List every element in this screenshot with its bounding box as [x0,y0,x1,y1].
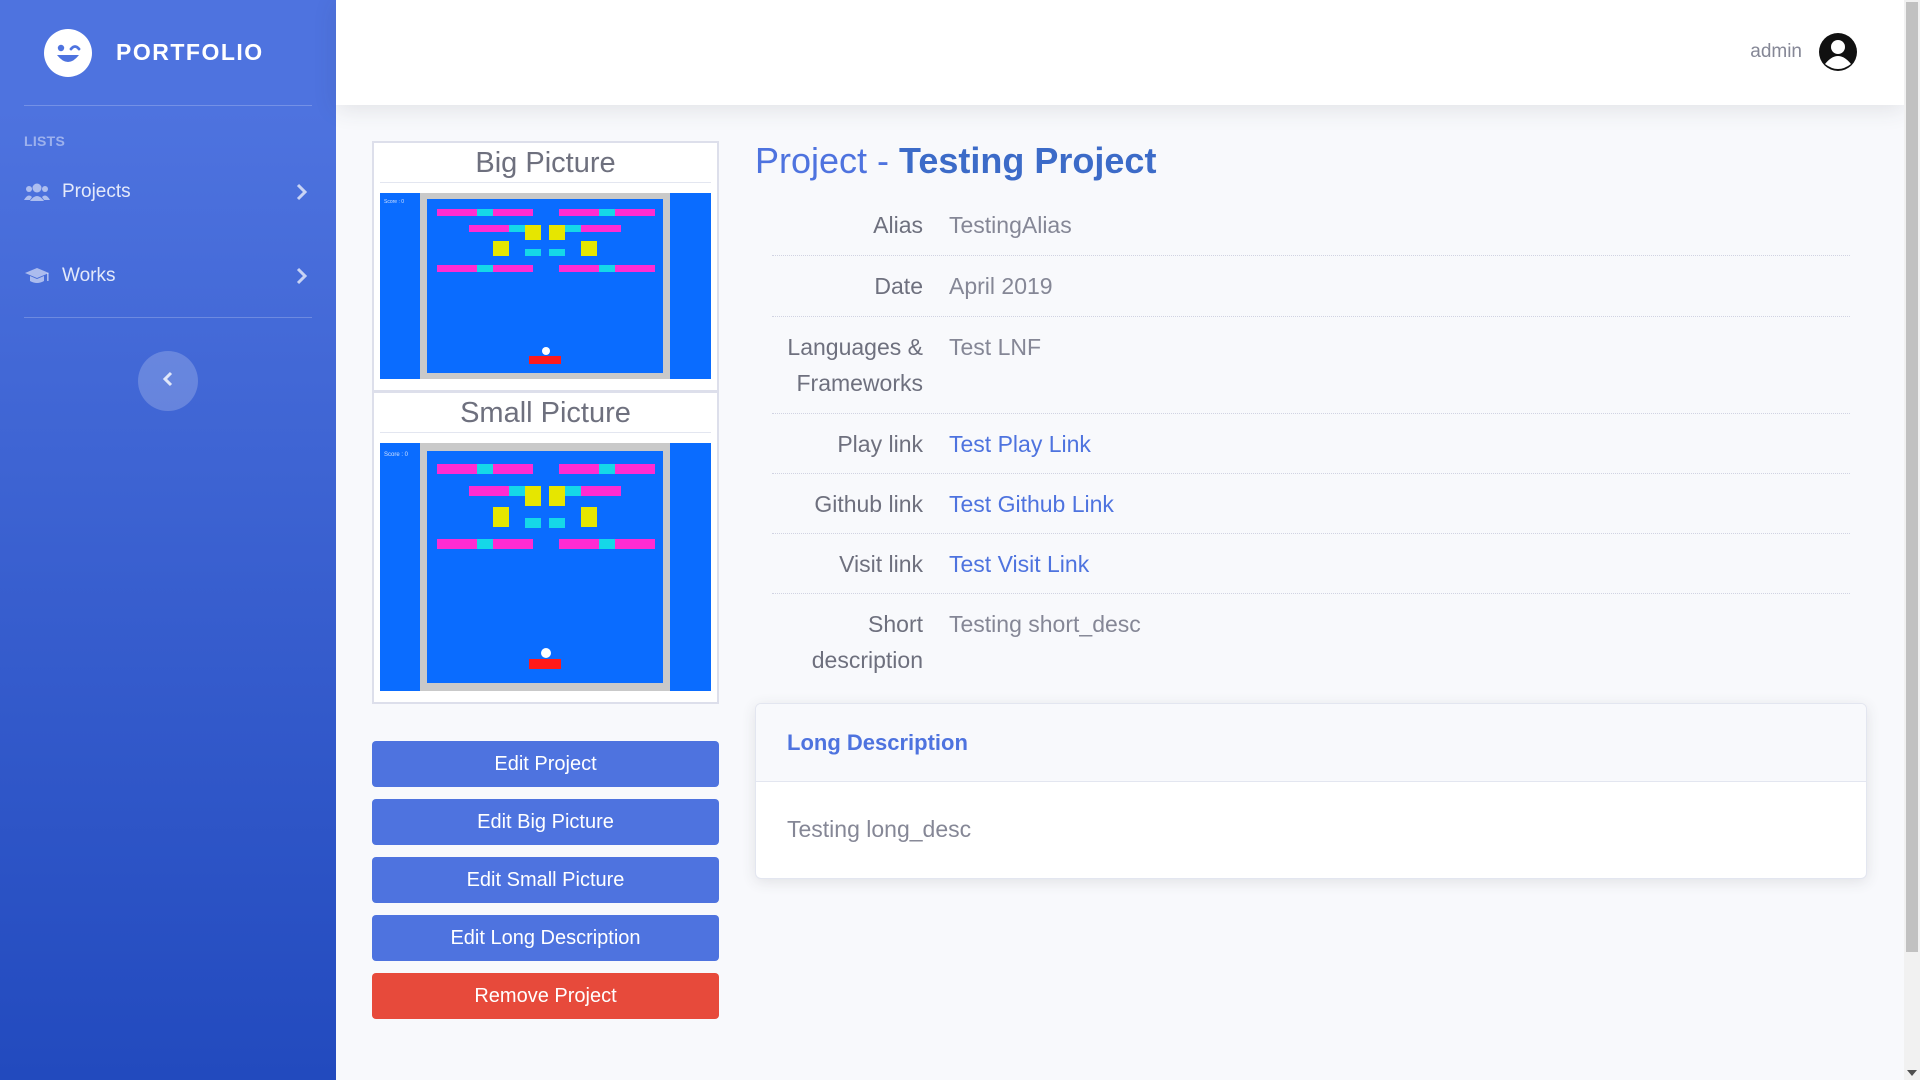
detail-row-alias: Alias TestingAlias [772,195,1850,256]
long-description-card: Long Description Testing long_desc [755,703,1867,879]
sidebar-brand[interactable]: PORTFOLIO [0,0,336,105]
sidebar-toggle-button[interactable] [138,351,198,411]
big-picture-title: Big Picture [380,143,711,183]
long-description-text: Testing long_desc [787,816,972,842]
edit-small-picture-button[interactable]: Edit Small Picture [372,857,719,903]
detail-label: Languages & Frameworks [787,334,923,396]
detail-value: Testing short_desc [949,611,1141,637]
chevron-left-icon [162,370,174,393]
chevron-right-icon [292,267,312,285]
play-link[interactable]: Test Play Link [923,426,1850,462]
sidebar-divider [24,317,312,318]
user-circle-icon [1818,32,1858,72]
scrollbar-thumb[interactable] [1906,2,1918,952]
detail-row-date: Date April 2019 [772,256,1850,317]
sidebar: PORTFOLIO LISTS Projects Works [0,0,336,1080]
user-name: admin [1750,41,1802,62]
sidebar-item-label: Projects [62,181,131,202]
detail-row-github-link: Github link Test Github Link [772,474,1850,534]
detail-label: Date [874,273,923,299]
page-scrollbar[interactable] [1904,0,1920,1080]
topbar: admin [336,0,1904,105]
detail-value: April 2019 [949,273,1053,299]
page-title: Project - Testing Project [755,140,1156,182]
user-menu[interactable]: admin [1750,32,1858,72]
project-details: Alias TestingAlias Date April 2019 Langu… [772,195,1850,690]
detail-label: Alias [873,212,923,238]
laugh-wink-icon [44,28,92,77]
remove-project-button[interactable]: Remove Project [372,973,719,1019]
scroll-down-arrow-icon[interactable] [1907,1070,1917,1076]
detail-value: Test LNF [949,334,1042,360]
visit-link[interactable]: Test Visit Link [923,546,1850,582]
big-picture-image: Score : 0 [380,193,711,379]
sidebar-item-works[interactable]: Works [0,245,336,307]
users-icon [24,179,50,205]
detail-label: Visit link [839,551,923,577]
edit-long-description-button[interactable]: Edit Long Description [372,915,719,961]
small-picture-title: Small Picture [380,393,711,433]
sidebar-item-label: Works [62,265,116,286]
detail-row-visit-link: Visit link Test Visit Link [772,534,1850,594]
small-picture-image: Score : 0 [380,443,711,691]
detail-label: Play link [837,431,923,457]
score-label: Score : 0 [384,199,404,205]
sidebar-item-projects[interactable]: Projects [0,161,336,223]
detail-row-play-link: Play link Test Play Link [772,414,1850,474]
sidebar-heading: LISTS [24,133,66,149]
edit-big-picture-button[interactable]: Edit Big Picture [372,799,719,845]
long-description-title: Long Description [756,704,1866,782]
chevron-right-icon [292,183,312,201]
detail-row-short-description: Short description Testing short_desc [772,594,1850,690]
brand-name: PORTFOLIO [116,39,264,65]
title-prefix: Project - [755,140,900,181]
detail-row-languages: Languages & Frameworks Test LNF [772,317,1850,414]
edit-project-button[interactable]: Edit Project [372,741,719,787]
graduation-cap-icon [24,263,50,289]
detail-label: Github link [814,491,923,517]
detail-value: TestingAlias [949,212,1072,238]
big-picture-card: Big Picture Score : 0 [372,141,719,392]
github-link[interactable]: Test Github Link [923,486,1850,522]
small-picture-card: Small Picture Score : 0 [372,391,719,704]
detail-label: Short description [811,611,923,673]
score-label: Score : 0 [384,452,409,458]
project-name: Testing Project [899,140,1157,181]
